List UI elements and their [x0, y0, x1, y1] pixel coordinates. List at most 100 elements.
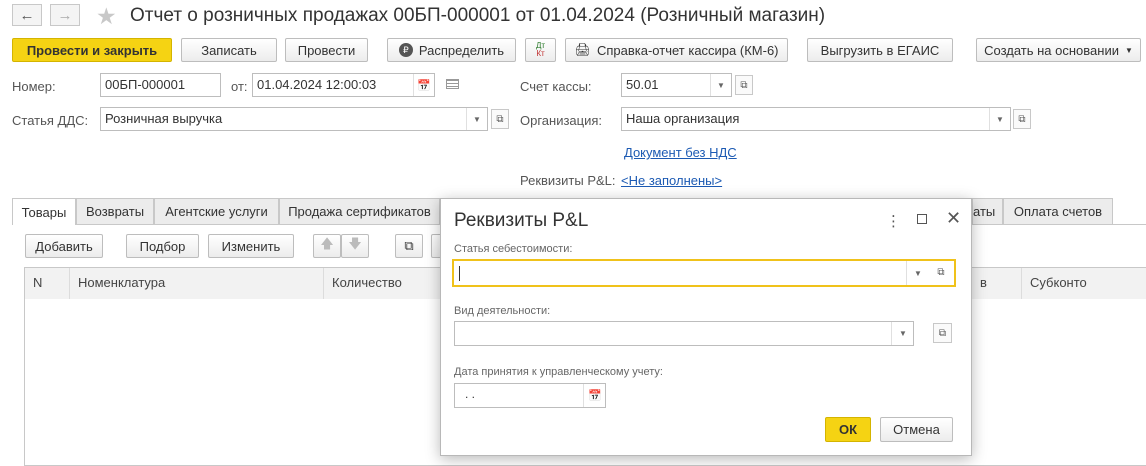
favorite-star-icon[interactable]: ★: [96, 3, 117, 30]
dropdown-arrow-icon[interactable]: ▼: [466, 108, 487, 130]
distribute-button[interactable]: ₽ Распределить: [387, 38, 516, 62]
organization-label: Организация:: [520, 113, 603, 128]
cancel-label: Отмена: [893, 422, 940, 437]
dropdown-arrow-icon[interactable]: ▼: [989, 108, 1010, 130]
cancel-button[interactable]: Отмена: [880, 417, 953, 442]
forward-button[interactable]: →: [50, 4, 80, 26]
kassa-account-field[interactable]: 50.01 ▼: [621, 73, 732, 97]
number-field[interactable]: 00БП-000001: [100, 73, 221, 97]
tab-agent-services-label: Агентские услуги: [165, 204, 268, 219]
pick-button[interactable]: Подбор: [126, 234, 199, 258]
cashier-report-button[interactable]: 🖨 Справка-отчет кассира (КМ-6): [565, 38, 788, 62]
change-button[interactable]: Изменить: [208, 234, 294, 258]
maximize-icon[interactable]: [917, 214, 927, 224]
cost-item-label: Статья себестоимости:: [454, 243, 573, 255]
date-label: от:: [231, 79, 248, 94]
activity-label: Вид деятельности:: [454, 305, 551, 317]
col-qty[interactable]: Количество: [324, 268, 441, 299]
number-label: Номер:: [12, 79, 56, 94]
tab-hidden[interactable]: аты: [972, 198, 1003, 224]
tab-returns-label: Возвраты: [85, 204, 145, 219]
ruble-circle-icon: ₽: [398, 43, 413, 57]
distribute-label: Распределить: [418, 42, 505, 58]
dialog-title: Реквизиты P&L: [454, 210, 589, 231]
col-item[interactable]: Номенклатура: [70, 268, 324, 299]
open-icon[interactable]: ⧉: [1013, 109, 1031, 129]
pl-label: Реквизиты P&L:: [520, 173, 616, 188]
ok-label: ОК: [838, 422, 858, 437]
kassa-account-value: 50.01: [626, 77, 659, 92]
arrow-right-icon: →: [57, 6, 73, 24]
tab-hidden-label: аты: [973, 204, 996, 219]
pl-link[interactable]: <Не заполнены>: [621, 173, 722, 188]
dt-kt-button[interactable]: Дт Кт: [525, 38, 556, 62]
egais-label: Выгрузить в ЕГАИС: [820, 42, 940, 58]
copy-icon: ⧉: [404, 238, 414, 253]
dds-field[interactable]: Розничная выручка ▼: [100, 107, 488, 131]
chevron-down-icon: ▼: [1124, 45, 1133, 55]
vat-document-link[interactable]: Документ без НДС: [624, 145, 737, 160]
dropdown-arrow-icon[interactable]: ▼: [906, 261, 929, 285]
change-label: Изменить: [221, 238, 281, 254]
col-subconto-label: Субконто: [1030, 275, 1087, 290]
arrow-up-icon: 🡅: [320, 236, 334, 251]
save-button[interactable]: Записать: [181, 38, 277, 62]
post-and-close-label: Провести и закрыть: [26, 42, 158, 58]
arrow-left-icon: ←: [19, 6, 35, 24]
create-based-on-button[interactable]: Создать на основании ▼: [976, 38, 1141, 62]
ok-button[interactable]: ОК: [825, 417, 871, 442]
tab-payments-label: Оплата счетов: [1013, 204, 1103, 219]
kt-label: Кт: [536, 49, 545, 58]
egais-button[interactable]: Выгрузить в ЕГАИС: [807, 38, 953, 62]
calendar-icon[interactable]: 📅: [583, 384, 606, 407]
open-icon[interactable]: ⧉: [491, 109, 509, 129]
cost-item-field[interactable]: ▼ ⧉: [452, 259, 956, 287]
dropdown-arrow-icon[interactable]: ▼: [710, 74, 731, 96]
open-icon[interactable]: ⧉: [735, 75, 753, 95]
accounting-date-field[interactable]: . . 📅: [454, 383, 606, 408]
close-icon[interactable]: ✕: [946, 208, 961, 229]
post-label: Провести: [297, 42, 356, 58]
dropdown-arrow-icon[interactable]: ▼: [891, 322, 914, 345]
tab-certificates-label: Продажа сертификатов: [288, 204, 431, 219]
col-qty-label: Количество: [332, 275, 402, 290]
tab-goods-label: Товары: [21, 204, 67, 220]
activity-field[interactable]: ▼: [454, 321, 914, 346]
dds-value: Розничная выручка: [105, 111, 223, 126]
calendar-icon[interactable]: 📅: [413, 74, 434, 96]
accounting-date-label: Дата принятия к управленческому учету:: [454, 366, 663, 378]
add-button[interactable]: Добавить: [25, 234, 103, 258]
col-n[interactable]: N: [25, 268, 70, 299]
col-n-label: N: [33, 275, 43, 290]
add-label: Добавить: [35, 238, 93, 254]
date-value: 01.04.2024 12:00:03: [257, 77, 377, 92]
history-icon[interactable]: [446, 79, 459, 89]
post-button[interactable]: Провести: [285, 38, 368, 62]
cashier-report-label: Справка-отчет кассира (КМ-6): [596, 42, 779, 58]
col-subconto[interactable]: Субконто: [1022, 268, 1146, 299]
number-value: 00БП-000001: [105, 77, 186, 92]
date-field[interactable]: 01.04.2024 12:00:03 📅: [252, 73, 435, 97]
tab-certificates[interactable]: Продажа сертификатов: [279, 198, 440, 224]
tab-returns[interactable]: Возвраты: [76, 198, 154, 224]
move-down-button[interactable]: 🡇: [341, 234, 369, 258]
pl-requisites-dialog: Реквизиты P&L ⋮ ✕ Статья себестоимости: …: [440, 198, 972, 456]
dds-label: Статья ДДС:: [12, 113, 89, 128]
tab-payments[interactable]: Оплата счетов: [1003, 198, 1113, 224]
kassa-account-label: Счет кассы:: [520, 79, 592, 94]
more-menu-icon[interactable]: ⋮: [886, 212, 901, 230]
open-icon[interactable]: ⧉: [933, 323, 952, 343]
open-icon[interactable]: ⧉: [931, 262, 951, 283]
save-label: Записать: [201, 42, 257, 58]
tab-agent-services[interactable]: Агентские услуги: [154, 198, 279, 224]
copy-button[interactable]: ⧉: [395, 234, 423, 258]
col-item-label: Номенклатура: [78, 275, 166, 290]
tab-goods[interactable]: Товары: [12, 198, 76, 225]
back-button[interactable]: ←: [12, 4, 42, 26]
move-up-button[interactable]: 🡅: [313, 234, 341, 258]
organization-value: Наша организация: [626, 111, 740, 126]
post-and-close-button[interactable]: Провести и закрыть: [12, 38, 172, 62]
organization-field[interactable]: Наша организация ▼: [621, 107, 1011, 131]
col-hidden[interactable]: в: [972, 268, 1022, 299]
create-based-on-label: Создать на основании: [984, 42, 1119, 58]
